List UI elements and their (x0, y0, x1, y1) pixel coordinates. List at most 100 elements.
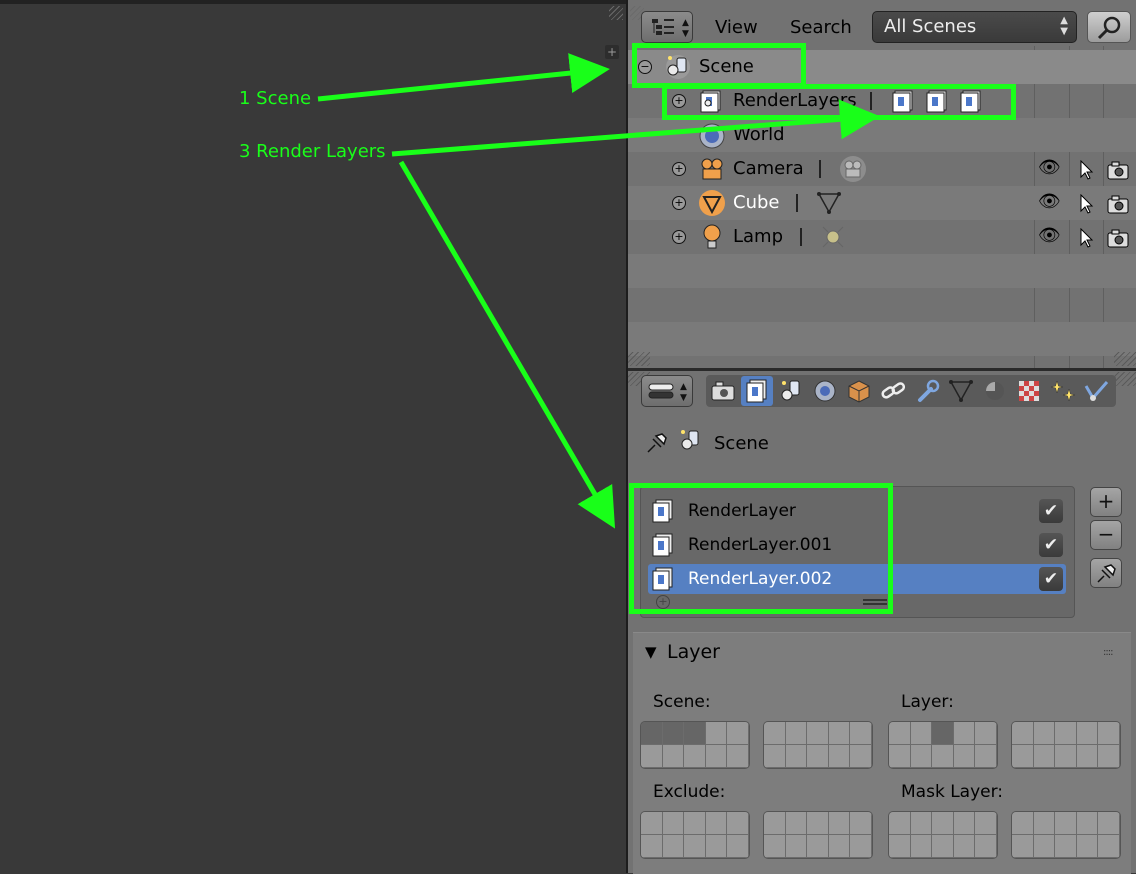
row-label: World (733, 124, 785, 145)
material-tab[interactable] (979, 376, 1011, 406)
constraints-tab[interactable] (877, 376, 909, 406)
row-divider (800, 228, 802, 246)
display-mode-dropdown[interactable]: All Scenes ▲ ▼ (872, 11, 1077, 43)
svg-text:▲: ▲ (682, 18, 689, 28)
render-camera-icon (1107, 195, 1129, 214)
particles-icon (1050, 380, 1076, 402)
layer-panel-title[interactable]: Layer (667, 641, 720, 663)
mask-layers-grid-1[interactable] (888, 811, 998, 859)
scene-icon (681, 430, 699, 450)
outliner-row-camera[interactable]: + Camera 👁 (628, 152, 1136, 186)
mask-layers-grid-2[interactable] (1011, 811, 1121, 859)
layer-layers-label: Layer: (901, 692, 954, 712)
expand-icon[interactable]: + (672, 230, 686, 244)
properties-editor-type-button[interactable]: ▲ ▼ (641, 375, 693, 407)
outliner-row-lamp[interactable]: + Lamp 👁 (628, 220, 1136, 254)
mesh-data-icon (949, 380, 973, 402)
eye-icon[interactable]: 👁 (1038, 191, 1061, 212)
annotation-highlight-layer-list (629, 483, 893, 614)
search-menu[interactable]: Search (790, 17, 852, 38)
panel-drag-handle-icon[interactable]: :::: (1103, 647, 1114, 658)
row-label: Lamp (733, 226, 784, 247)
outliner-resize-handle[interactable] (628, 352, 650, 366)
search-button[interactable] (1087, 11, 1131, 43)
properties-editor-icon: ▲▼ (648, 382, 687, 403)
viewport-corner-resize-handle[interactable] (609, 6, 623, 20)
checker-texture-icon (1019, 381, 1039, 401)
texture-tab[interactable] (1013, 376, 1045, 406)
pin-render-layer-button[interactable] (1090, 558, 1122, 588)
properties-resize-handle[interactable] (1114, 372, 1136, 386)
eye-icon[interactable]: 👁 (1038, 225, 1061, 246)
exclude-layers-label: Exclude: (653, 782, 726, 802)
annotation-one-scene: 1 Scene (239, 88, 312, 109)
row-divider (819, 160, 821, 178)
physics-tab[interactable] (1081, 376, 1113, 406)
cursor-select-icon (1080, 160, 1094, 180)
outliner-row-cube[interactable]: + Cube 👁 (628, 186, 1136, 220)
chevron-updown-icon: ▲ ▼ (1060, 15, 1068, 37)
outliner-row-world[interactable]: World (628, 118, 1136, 152)
outliner-resize-handle[interactable] (1114, 352, 1136, 366)
svg-text:▼: ▼ (680, 393, 687, 403)
world-icon (699, 123, 725, 149)
camera-data-icon (840, 156, 866, 182)
annotation-three-render-layers: 3 Render Layers (239, 141, 386, 162)
camera-icon (711, 381, 735, 401)
expand-icon[interactable]: + (672, 162, 686, 176)
row-divider (796, 194, 798, 212)
pin-icon (1097, 564, 1116, 583)
lamp-object-icon (703, 224, 721, 249)
render-layer-enable-checkbox[interactable]: ✔ (1039, 533, 1063, 557)
view-menu[interactable]: View (715, 17, 758, 38)
3d-viewport[interactable] (0, 0, 626, 873)
cube-icon (848, 380, 870, 403)
display-mode-value: All Scenes (884, 16, 977, 37)
properties-context-tabs (706, 375, 1116, 407)
render-layer-enable-checkbox[interactable]: ✔ (1039, 499, 1063, 523)
eye-icon[interactable]: 👁 (1038, 157, 1061, 178)
outliner-empty-row (628, 254, 1136, 288)
row-label: Camera (733, 158, 804, 179)
svg-text:▼: ▼ (682, 29, 689, 39)
cursor-select-icon (1080, 194, 1094, 214)
render-layers-tab[interactable] (741, 376, 773, 406)
render-camera-icon (1107, 161, 1129, 180)
render-tab[interactable] (707, 376, 739, 406)
modifiers-tab[interactable] (911, 376, 943, 406)
annotation-highlight-scene (632, 43, 806, 88)
panel-collapse-triangle-icon[interactable]: ▼ (645, 643, 657, 661)
object-data-tab[interactable] (945, 376, 977, 406)
world-icon (814, 380, 836, 402)
layer-layers-grid-1[interactable] (888, 721, 998, 769)
world-tab[interactable] (809, 376, 841, 406)
exclude-layers-grid-2[interactable] (763, 811, 873, 859)
render-layer-enable-checkbox[interactable]: ✔ (1039, 567, 1063, 591)
viewport-top-border (0, 0, 626, 4)
editor-type-button[interactable]: ▲ ▼ (641, 11, 693, 43)
exclude-layers-grid-1[interactable] (640, 811, 750, 859)
mesh-object-icon (699, 190, 725, 216)
remove-render-layer-button[interactable]: − (1090, 520, 1122, 550)
render-layers-icon (746, 379, 767, 403)
scene-layers-grid-2[interactable] (763, 721, 873, 769)
outliner-editor-icon: ▲▼ (652, 18, 689, 39)
row-label: Cube (733, 192, 780, 213)
object-tab[interactable] (843, 376, 875, 406)
viewport-toolshelf-toggle-button[interactable]: + (605, 45, 619, 59)
add-render-layer-button[interactable]: + (1090, 487, 1122, 517)
layer-layers-grid-2[interactable] (1011, 721, 1121, 769)
magnifier-icon (1097, 16, 1121, 40)
wrench-icon (918, 379, 940, 402)
lamp-data-icon (822, 226, 844, 248)
svg-text:▲: ▲ (680, 382, 687, 392)
annotation-highlight-renderlayers (662, 84, 1016, 120)
scene-layers-grid-1[interactable] (640, 721, 750, 769)
camera-object-icon (701, 158, 723, 180)
link-icon (881, 382, 906, 399)
expand-icon[interactable]: + (672, 196, 686, 210)
particles-tab[interactable] (1047, 376, 1079, 406)
scene-tab[interactable] (775, 376, 807, 406)
outliner-empty-row (628, 322, 1136, 356)
scene-layers-label: Scene: (653, 692, 711, 712)
